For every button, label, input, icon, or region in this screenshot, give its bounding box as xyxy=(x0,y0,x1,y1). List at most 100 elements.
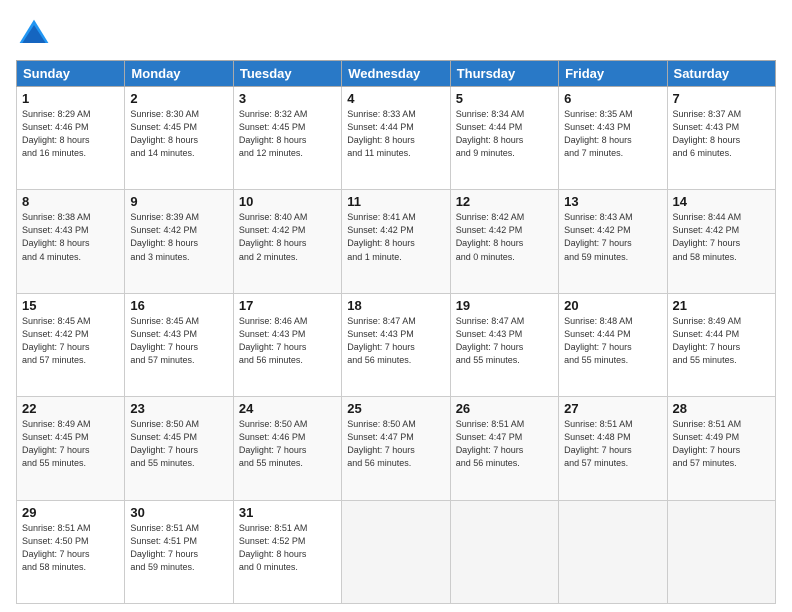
calendar-day-22: 22 Sunrise: 8:49 AMSunset: 4:45 PMDayligh… xyxy=(17,397,125,500)
calendar-day-12: 12 Sunrise: 8:42 AMSunset: 4:42 PMDayligh… xyxy=(450,190,558,293)
day-info: Sunrise: 8:38 AMSunset: 4:43 PMDaylight:… xyxy=(22,211,119,263)
col-friday: Friday xyxy=(559,61,667,87)
empty-cell xyxy=(559,500,667,603)
day-number: 10 xyxy=(239,194,336,209)
calendar-week-3: 15Sunrise: 8:45 AMSunset: 4:42 PMDayligh… xyxy=(17,293,776,396)
day-info: Sunrise: 8:47 AMSunset: 4:43 PMDaylight:… xyxy=(456,315,553,367)
day-number: 15 xyxy=(22,298,119,313)
day-info: Sunrise: 8:37 AMSunset: 4:43 PMDaylight:… xyxy=(673,108,770,160)
calendar-day-21: 21 Sunrise: 8:49 AMSunset: 4:44 PMDayligh… xyxy=(667,293,775,396)
day-info: Sunrise: 8:50 AMSunset: 4:47 PMDaylight:… xyxy=(347,418,444,470)
calendar-day-6: 6Sunrise: 8:35 AMSunset: 4:43 PMDaylight… xyxy=(559,87,667,190)
empty-cell xyxy=(667,500,775,603)
day-info: Sunrise: 8:43 AMSunset: 4:42 PMDaylight:… xyxy=(564,211,661,263)
day-info: Sunrise: 8:39 AMSunset: 4:42 PMDaylight:… xyxy=(130,211,227,263)
day-number: 21 xyxy=(673,298,770,313)
day-info: Sunrise: 8:46 AMSunset: 4:43 PMDaylight:… xyxy=(239,315,336,367)
day-info: Sunrise: 8:35 AMSunset: 4:43 PMDaylight:… xyxy=(564,108,661,160)
day-number: 1 xyxy=(22,91,119,106)
calendar-week-1: 1 Sunrise: 8:29 AMSunset: 4:46 PMDaylight… xyxy=(17,87,776,190)
day-number: 8 xyxy=(22,194,119,209)
calendar-day-16: 16 Sunrise: 8:45 AMSunset: 4:43 PMDayligh… xyxy=(125,293,233,396)
calendar-week-4: 22 Sunrise: 8:49 AMSunset: 4:45 PMDayligh… xyxy=(17,397,776,500)
day-number: 16 xyxy=(130,298,227,313)
day-number: 27 xyxy=(564,401,661,416)
day-number: 17 xyxy=(239,298,336,313)
day-number: 30 xyxy=(130,505,227,520)
calendar-day-13: 13 Sunrise: 8:43 AMSunset: 4:42 PMDayligh… xyxy=(559,190,667,293)
day-info: Sunrise: 8:42 AMSunset: 4:42 PMDaylight:… xyxy=(456,211,553,263)
day-info: Sunrise: 8:51 AMSunset: 4:52 PMDaylight:… xyxy=(239,522,336,574)
day-info: Sunrise: 8:51 AMSunset: 4:49 PMDaylight:… xyxy=(673,418,770,470)
day-info: Sunrise: 8:50 AMSunset: 4:45 PMDaylight:… xyxy=(130,418,227,470)
day-number: 23 xyxy=(130,401,227,416)
day-number: 3 xyxy=(239,91,336,106)
calendar-day-7: 7 Sunrise: 8:37 AMSunset: 4:43 PMDaylight… xyxy=(667,87,775,190)
empty-cell xyxy=(342,500,450,603)
day-number: 11 xyxy=(347,194,444,209)
day-info: Sunrise: 8:44 AMSunset: 4:42 PMDaylight:… xyxy=(673,211,770,263)
day-number: 5 xyxy=(456,91,553,106)
calendar-day-4: 4 Sunrise: 8:33 AMSunset: 4:44 PMDaylight… xyxy=(342,87,450,190)
calendar-day-18: 18 Sunrise: 8:47 AMSunset: 4:43 PMDayligh… xyxy=(342,293,450,396)
calendar-day-23: 23 Sunrise: 8:50 AMSunset: 4:45 PMDayligh… xyxy=(125,397,233,500)
header xyxy=(16,16,776,52)
day-number: 19 xyxy=(456,298,553,313)
calendar-day-29: 29 Sunrise: 8:51 AMSunset: 4:50 PMDayligh… xyxy=(17,500,125,603)
day-number: 13 xyxy=(564,194,661,209)
day-info: Sunrise: 8:51 AMSunset: 4:48 PMDaylight:… xyxy=(564,418,661,470)
day-info: Sunrise: 8:51 AMSunset: 4:50 PMDaylight:… xyxy=(22,522,119,574)
day-info: Sunrise: 8:45 AMSunset: 4:43 PMDaylight:… xyxy=(130,315,227,367)
day-info: Sunrise: 8:51 AMSunset: 4:47 PMDaylight:… xyxy=(456,418,553,470)
day-info: Sunrise: 8:49 AMSunset: 4:44 PMDaylight:… xyxy=(673,315,770,367)
day-number: 4 xyxy=(347,91,444,106)
calendar-day-20: 20Sunrise: 8:48 AMSunset: 4:44 PMDayligh… xyxy=(559,293,667,396)
day-info: Sunrise: 8:33 AMSunset: 4:44 PMDaylight:… xyxy=(347,108,444,160)
page: Sunday Monday Tuesday Wednesday Thursday… xyxy=(0,0,792,612)
logo xyxy=(16,16,58,52)
day-number: 29 xyxy=(22,505,119,520)
calendar-day-30: 30Sunrise: 8:51 AMSunset: 4:51 PMDayligh… xyxy=(125,500,233,603)
day-number: 7 xyxy=(673,91,770,106)
calendar-day-1: 1 Sunrise: 8:29 AMSunset: 4:46 PMDaylight… xyxy=(17,87,125,190)
day-number: 25 xyxy=(347,401,444,416)
day-info: Sunrise: 8:48 AMSunset: 4:44 PMDaylight:… xyxy=(564,315,661,367)
day-info: Sunrise: 8:41 AMSunset: 4:42 PMDaylight:… xyxy=(347,211,444,263)
calendar-day-9: 9 Sunrise: 8:39 AMSunset: 4:42 PMDaylight… xyxy=(125,190,233,293)
calendar-day-25: 25 Sunrise: 8:50 AMSunset: 4:47 PMDayligh… xyxy=(342,397,450,500)
day-number: 12 xyxy=(456,194,553,209)
col-saturday: Saturday xyxy=(667,61,775,87)
calendar-day-28: 28 Sunrise: 8:51 AMSunset: 4:49 PMDayligh… xyxy=(667,397,775,500)
day-number: 22 xyxy=(22,401,119,416)
calendar-day-31: 31 Sunrise: 8:51 AMSunset: 4:52 PMDayligh… xyxy=(233,500,341,603)
calendar-day-3: 3Sunrise: 8:32 AMSunset: 4:45 PMDaylight… xyxy=(233,87,341,190)
calendar-day-19: 19 Sunrise: 8:47 AMSunset: 4:43 PMDayligh… xyxy=(450,293,558,396)
day-number: 28 xyxy=(673,401,770,416)
calendar-day-26: 26Sunrise: 8:51 AMSunset: 4:47 PMDayligh… xyxy=(450,397,558,500)
day-info: Sunrise: 8:50 AMSunset: 4:46 PMDaylight:… xyxy=(239,418,336,470)
day-number: 24 xyxy=(239,401,336,416)
col-wednesday: Wednesday xyxy=(342,61,450,87)
calendar-day-27: 27 Sunrise: 8:51 AMSunset: 4:48 PMDayligh… xyxy=(559,397,667,500)
day-number: 18 xyxy=(347,298,444,313)
day-number: 9 xyxy=(130,194,227,209)
day-info: Sunrise: 8:34 AMSunset: 4:44 PMDaylight:… xyxy=(456,108,553,160)
calendar-day-8: 8 Sunrise: 8:38 AMSunset: 4:43 PMDaylight… xyxy=(17,190,125,293)
calendar-day-5: 5 Sunrise: 8:34 AMSunset: 4:44 PMDaylight… xyxy=(450,87,558,190)
calendar-day-15: 15Sunrise: 8:45 AMSunset: 4:42 PMDayligh… xyxy=(17,293,125,396)
header-row: Sunday Monday Tuesday Wednesday Thursday… xyxy=(17,61,776,87)
col-sunday: Sunday xyxy=(17,61,125,87)
day-number: 2 xyxy=(130,91,227,106)
empty-cell xyxy=(450,500,558,603)
day-info: Sunrise: 8:47 AMSunset: 4:43 PMDaylight:… xyxy=(347,315,444,367)
day-info: Sunrise: 8:49 AMSunset: 4:45 PMDaylight:… xyxy=(22,418,119,470)
calendar-day-24: 24 Sunrise: 8:50 AMSunset: 4:46 PMDayligh… xyxy=(233,397,341,500)
calendar-day-2: 2 Sunrise: 8:30 AMSunset: 4:45 PMDaylight… xyxy=(125,87,233,190)
calendar-day-11: 11 Sunrise: 8:41 AMSunset: 4:42 PMDayligh… xyxy=(342,190,450,293)
day-info: Sunrise: 8:29 AMSunset: 4:46 PMDaylight:… xyxy=(22,108,119,160)
day-number: 31 xyxy=(239,505,336,520)
calendar-day-17: 17 Sunrise: 8:46 AMSunset: 4:43 PMDayligh… xyxy=(233,293,341,396)
logo-icon xyxy=(16,16,52,52)
calendar-week-2: 8 Sunrise: 8:38 AMSunset: 4:43 PMDaylight… xyxy=(17,190,776,293)
day-info: Sunrise: 8:30 AMSunset: 4:45 PMDaylight:… xyxy=(130,108,227,160)
